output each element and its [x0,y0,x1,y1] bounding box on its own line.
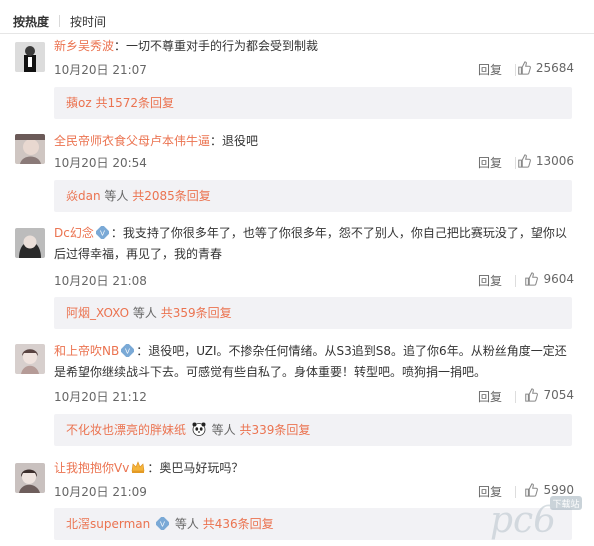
reply-count-link[interactable]: 共339条回复 [240,423,311,437]
sub-replies-box[interactable]: 不化妆也漂亮的胖妹纸 等人 共339条回复 [54,414,572,446]
avatar[interactable] [15,42,45,72]
reply-count-link[interactable]: 共1572条回复 [95,96,174,110]
comment-meta: 10月20日 21:12 回复 7054 [54,388,574,406]
meta-divider [515,391,516,403]
timestamp: 10月20日 21:08 [54,274,147,288]
username-link[interactable]: 新乡吴秀波 [54,39,114,53]
username-link[interactable]: 全民帝师衣食父母卢本伟牛逼 [54,134,210,148]
tab-divider [59,15,61,27]
vip-badge-icon: V [95,226,109,239]
sub-reply-middle: 等人 [174,517,199,531]
panda-emoji-icon [192,422,206,436]
like-button[interactable]: 9604 [524,272,574,286]
sub-reply-username[interactable]: 阿烟_XOXO [66,306,129,320]
svg-text:V: V [100,228,105,237]
svg-text:V: V [160,519,165,528]
comment-text-continued: 后过得幸福，再见了，我的青春 [54,244,578,265]
avatar[interactable] [15,134,45,164]
tab-by-time[interactable]: 按时间 [70,13,106,30]
sub-reply-username[interactable]: 焱dan [66,189,101,203]
comment-text: 新乡吴秀波：一切不尊重对手的行为都会受到制裁 [54,36,578,57]
meta-divider [515,275,516,287]
comment-body: ：退役吧 [210,134,259,148]
reply-button[interactable]: 回复 [478,388,502,405]
timestamp: 10月20日 21:12 [54,390,147,404]
username-link[interactable]: 和上帝吹NB [54,344,119,358]
reply-button[interactable]: 回复 [478,272,502,289]
thumbs-up-icon [525,388,539,402]
username-link[interactable]: Dc幻念 [54,226,94,240]
vip-badge-icon: V [121,344,135,357]
thumbs-up-icon [518,61,531,75]
reply-button[interactable]: 回复 [478,154,502,171]
reply-count-link[interactable]: 共436条回复 [203,517,274,531]
comment-body-line1: ：退役吧，UZI。不掺杂任何情绪。从S3追到S8。追了你6年。从粉丝角度一定还 [136,344,567,358]
sub-replies-box[interactable]: 焱dan 等人 共2085条回复 [54,180,572,212]
comment-body-line2: 是希望你继续战斗下去。可感觉有些自私了。身体重要！转型吧。喷狗捐一捐吧。 [54,365,487,379]
like-count: 9604 [543,272,574,286]
sort-tabs: 按热度 按时间 [13,10,106,32]
sub-reply-middle: 等人 [132,306,157,320]
comment-text: 全民帝师衣食父母卢本伟牛逼：退役吧 [54,131,578,152]
avatar[interactable] [15,344,45,374]
comment-body-line1: ：我支持了你很多年了，也等了你很多年，怨不了别人，你自己把比赛玩没了，望你以 [110,226,567,240]
sub-replies-box[interactable]: 阿烟_XOXO 等人 共359条回复 [54,297,572,329]
comment-body: ：奥巴马好玩吗？ [147,461,244,475]
timestamp: 10月20日 21:07 [54,63,147,77]
sub-reply-middle: 等人 [211,423,236,437]
avatar[interactable] [15,463,45,493]
svg-text:V: V [125,346,130,355]
like-count: 25684 [535,61,574,75]
svg-text:下载站: 下载站 [552,498,579,510]
sub-reply-username[interactable]: 不化妆也漂亮的胖妹纸 [66,423,186,437]
timestamp: 10月20日 21:09 [54,485,147,499]
vip-badge-icon: V [156,517,170,530]
reply-count-link[interactable]: 共2085条回复 [132,189,211,203]
comment-text: 让我抱抱你Vv ：奥巴马好玩吗？ [54,458,578,479]
sub-reply-username[interactable]: 蘋oz [66,96,92,110]
avatar[interactable] [15,228,45,258]
pc6-watermark-logo: pc6 下载站 [488,494,584,541]
like-count: 13006 [535,154,574,168]
reply-count-link[interactable]: 共359条回复 [161,306,232,320]
tabs-divider-line [0,33,594,34]
sub-reply-middle: 等人 [104,189,129,203]
crown-emoji-icon [131,461,145,473]
comment-body-line2: 后过得幸福，再见了，我的青春 [54,247,223,261]
sub-reply-username[interactable]: 北滘superman [66,517,150,531]
comment-text: Dc幻念 V ：我支持了你很多年了，也等了你很多年，怨不了别人，你自己把比赛玩没了，… [54,223,578,244]
like-button[interactable]: 7054 [524,388,574,402]
reply-button[interactable]: 回复 [478,61,502,78]
like-count: 7054 [543,388,574,402]
comment-meta: 10月20日 21:07 回复 25684 [54,61,574,79]
comment-text-continued: 是希望你继续战斗下去。可感觉有些自私了。身体重要！转型吧。喷狗捐一捐吧。 [54,362,578,383]
comment-meta: 10月20日 20:54 回复 13006 [54,154,574,172]
username-link[interactable]: 让我抱抱你Vv [54,461,129,475]
svg-text:pc6: pc6 [490,500,556,540]
comment-body: ：一切不尊重对手的行为都会受到制裁 [114,39,319,53]
thumbs-up-icon [525,272,539,286]
like-button[interactable]: 13006 [517,154,574,168]
thumbs-up-icon [518,154,531,168]
sub-replies-box[interactable]: 蘋oz 共1572条回复 [54,87,572,119]
comment-text: 和上帝吹NB V ：退役吧，UZI。不掺杂任何情绪。从S3追到S8。追了你6年。从粉… [54,341,578,362]
comment-meta: 10月20日 21:08 回复 9604 [54,272,574,290]
tab-by-hot[interactable]: 按热度 [13,13,49,30]
like-button[interactable]: 25684 [517,61,574,75]
timestamp: 10月20日 20:54 [54,156,147,170]
